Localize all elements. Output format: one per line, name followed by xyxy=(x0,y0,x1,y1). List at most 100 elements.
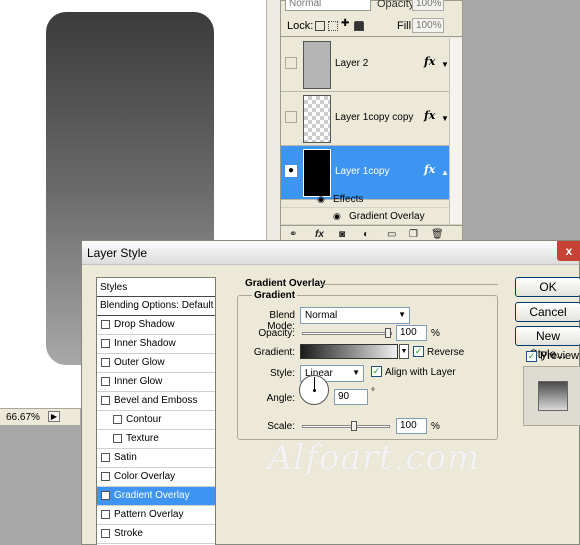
watermark: Alfoart.com xyxy=(268,438,481,478)
effects-row[interactable]: ◉ Effects xyxy=(281,191,462,208)
blending-options-item[interactable]: Blending Options: Default xyxy=(97,297,215,316)
add-style-icon[interactable]: fx xyxy=(315,229,324,240)
opacity-label: Opacity: xyxy=(258,328,295,339)
style-checkbox[interactable] xyxy=(101,453,110,462)
add-mask-icon[interactable]: ◙ xyxy=(339,229,345,240)
lock-position-icon[interactable]: ✚ xyxy=(341,18,351,29)
effect-item-label: Gradient Overlay xyxy=(349,211,425,222)
dialog-title: Layer Style xyxy=(87,246,148,260)
style-item-label: Outer Glow xyxy=(114,357,165,368)
opacity-input[interactable]: 100 xyxy=(396,325,427,341)
style-item-label: Color Overlay xyxy=(114,471,176,482)
preview-checkbox[interactable]: ✓ xyxy=(526,351,537,362)
adjustment-layer-icon[interactable]: ◐ xyxy=(363,229,369,240)
style-item-label: Drop Shadow xyxy=(114,319,175,330)
scale-slider[interactable] xyxy=(302,425,390,428)
style-item-pattern-overlay[interactable]: Pattern Overlay xyxy=(97,506,215,525)
cancel-button[interactable]: Cancel xyxy=(515,302,580,322)
opacity-field[interactable]: 100% xyxy=(412,0,444,11)
style-checkbox[interactable] xyxy=(113,415,122,424)
chevron-down-icon[interactable]: ▼ xyxy=(399,344,409,359)
style-item-contour[interactable]: Contour xyxy=(97,411,215,430)
lock-all-icon[interactable] xyxy=(354,21,364,31)
layer-blend-mode-select[interactable]: Normal xyxy=(285,0,371,11)
collapse-arrow-icon[interactable]: ▲ xyxy=(441,168,449,177)
expand-arrow-icon[interactable]: ▼ xyxy=(441,60,449,69)
angle-label: Angle: xyxy=(266,393,295,404)
ok-button[interactable]: OK xyxy=(515,277,580,297)
gradient-swatch[interactable] xyxy=(300,344,398,359)
fill-field[interactable]: 100% xyxy=(412,18,444,33)
angle-center xyxy=(313,389,316,392)
degree-sign: ° xyxy=(371,387,375,398)
blend-mode-select[interactable]: Normal ▼ xyxy=(300,307,410,324)
style-item-color-overlay[interactable]: Color Overlay xyxy=(97,468,215,487)
zoom-level[interactable]: 66.67% xyxy=(6,412,40,423)
visibility-toggle[interactable] xyxy=(285,111,297,123)
layer-row[interactable]: Layer 1copy copy fx ▼ xyxy=(281,92,462,146)
layers-scrollbar[interactable] xyxy=(449,38,462,224)
scale-slider-thumb[interactable] xyxy=(351,421,357,431)
align-with-layer-label: Align with Layer xyxy=(385,367,456,378)
style-item-satin[interactable]: Satin xyxy=(97,449,215,468)
angle-input[interactable]: 90 xyxy=(334,389,368,405)
style-item-texture[interactable]: Texture xyxy=(97,430,215,449)
eye-icon[interactable]: ● xyxy=(285,165,297,177)
style-item-gradient-overlay[interactable]: ✓ Gradient Overlay xyxy=(97,487,215,506)
blend-mode-value: Normal xyxy=(305,310,338,321)
angle-dial[interactable] xyxy=(299,375,329,405)
link-icon[interactable]: ⚭ xyxy=(289,229,297,240)
percent-sign: % xyxy=(431,421,440,432)
style-item-label: Inner Glow xyxy=(114,376,163,387)
style-checkbox[interactable] xyxy=(113,434,122,443)
layer-name: Layer 2 xyxy=(335,58,369,69)
style-checkbox[interactable] xyxy=(101,472,110,481)
scale-label: Scale: xyxy=(267,421,295,432)
layers-panel: Normal Opacity: 100% Lock: ✚ Fill: 100% … xyxy=(280,0,463,242)
fx-icon[interactable]: fx xyxy=(424,163,435,176)
styles-header[interactable]: Styles xyxy=(97,278,215,297)
style-checkbox[interactable] xyxy=(101,396,110,405)
layer-thumbnail xyxy=(303,95,331,143)
style-checkbox[interactable] xyxy=(101,529,110,538)
new-layer-icon[interactable]: ❐ xyxy=(409,229,418,240)
style-item-label: Contour xyxy=(126,414,162,425)
status-arrow-icon[interactable]: ▶ xyxy=(48,411,60,422)
lock-image-icon[interactable] xyxy=(328,21,338,31)
style-checkbox[interactable] xyxy=(101,339,110,348)
opacity-slider-thumb[interactable] xyxy=(385,328,391,338)
style-item-inner-shadow[interactable]: Inner Shadow xyxy=(97,335,215,354)
style-checkbox[interactable] xyxy=(101,377,110,386)
reverse-checkbox[interactable]: ✓ xyxy=(413,346,424,357)
fx-icon[interactable]: fx xyxy=(424,55,435,68)
lock-transparency-icon[interactable] xyxy=(315,21,325,31)
layer-row[interactable]: Layer 2 fx ▼ xyxy=(281,38,462,92)
trash-icon[interactable]: 🗑 xyxy=(431,229,444,240)
new-style-button[interactable]: New Style... xyxy=(515,326,580,361)
opacity-slider[interactable] xyxy=(302,332,392,335)
align-with-layer-checkbox[interactable]: ✓ xyxy=(371,366,382,377)
style-checkbox[interactable]: ✓ xyxy=(101,491,110,500)
style-item-outer-glow[interactable]: Outer Glow xyxy=(97,354,215,373)
style-item-label: Pattern Overlay xyxy=(114,509,184,520)
style-checkbox[interactable] xyxy=(101,510,110,519)
visibility-toggle[interactable] xyxy=(285,57,297,69)
dialog-title-bar[interactable]: Layer Style xyxy=(82,241,579,265)
style-item-inner-glow[interactable]: Inner Glow xyxy=(97,373,215,392)
style-checkbox[interactable] xyxy=(101,358,110,367)
expand-arrow-icon[interactable]: ▼ xyxy=(441,114,449,123)
style-item-label: Stroke xyxy=(114,528,143,539)
close-button[interactable]: x xyxy=(557,241,580,261)
effect-item-row[interactable]: ◉ Gradient Overlay xyxy=(281,208,462,225)
scale-input[interactable]: 100 xyxy=(396,418,427,434)
new-group-icon[interactable]: ▭ xyxy=(387,229,396,240)
lock-label: Lock: xyxy=(287,20,314,32)
preview-swatch xyxy=(538,381,568,411)
eye-icon[interactable]: ◉ xyxy=(333,211,341,222)
style-item-bevel-and-emboss[interactable]: Bevel and Emboss xyxy=(97,392,215,411)
style-item-stroke[interactable]: Stroke xyxy=(97,525,215,544)
eye-icon[interactable]: ◉ xyxy=(317,194,325,205)
style-checkbox[interactable] xyxy=(101,320,110,329)
style-item-drop-shadow[interactable]: Drop Shadow xyxy=(97,316,215,335)
fx-icon[interactable]: fx xyxy=(424,109,435,122)
